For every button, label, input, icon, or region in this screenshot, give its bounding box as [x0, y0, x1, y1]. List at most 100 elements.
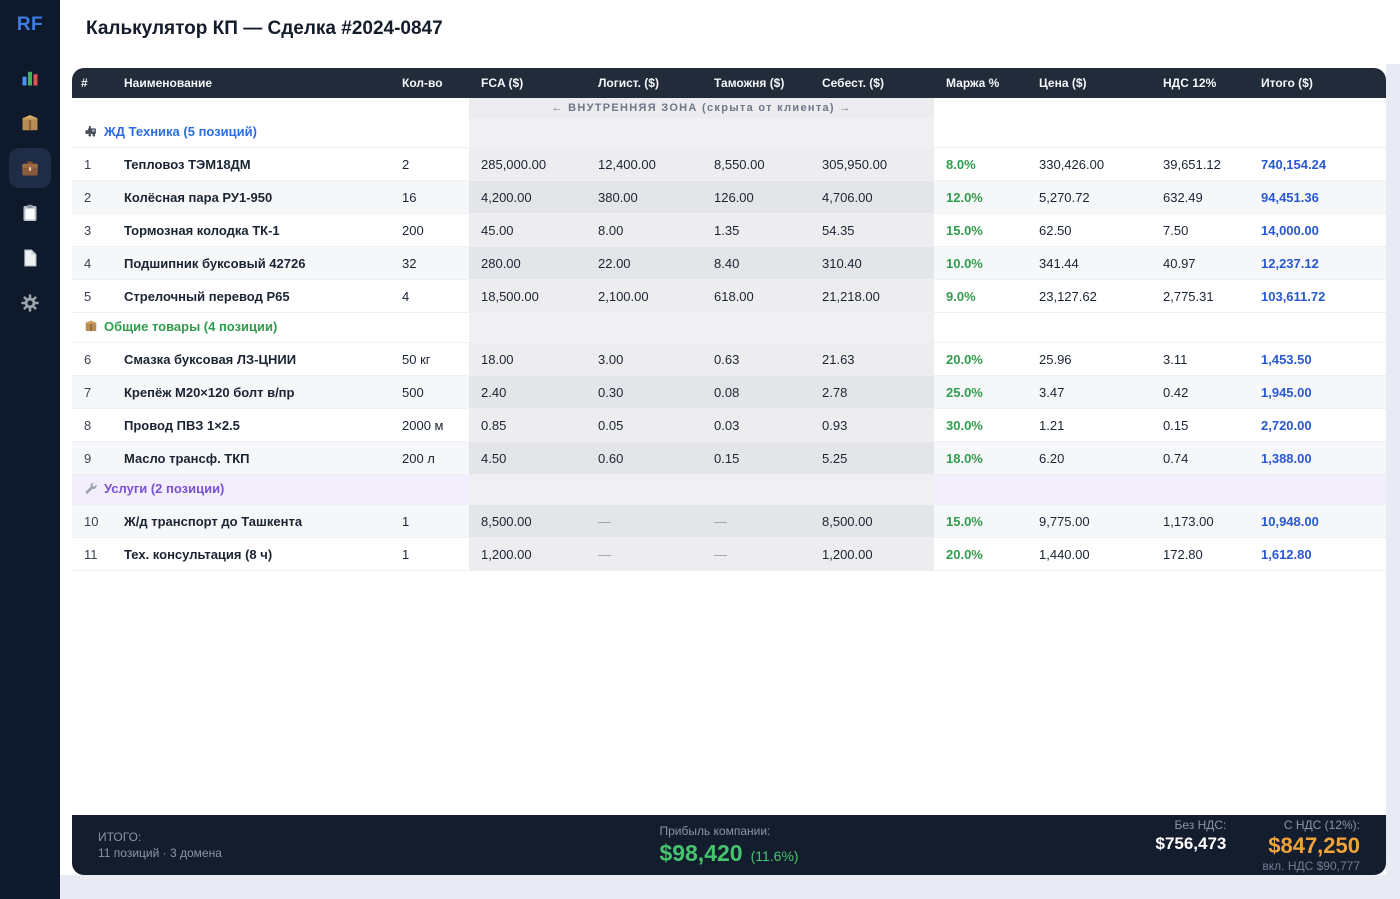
column-header-2: Кол-во: [390, 68, 469, 98]
calculator-card: # Наименование Кол-во FCA ($) Логист. ($) Там…: [72, 68, 1386, 875]
cell-margin: 20.0%: [946, 546, 983, 562]
column-header-10: Итого ($): [1249, 68, 1386, 98]
cell-num: 5: [84, 288, 92, 304]
totals-label: ИТОГО:: [98, 829, 142, 844]
cell-fca: 1,200.00: [469, 537, 586, 571]
cell-margin: 25.0%: [934, 375, 1027, 409]
cell-fca: 8,500.00: [469, 504, 586, 538]
table-row-4[interactable]: 4 Подшипник буксовый 42726 32 280.00 22.00 8.…: [72, 246, 1386, 280]
table-row-7[interactable]: 7 Крепёж М20×120 болт в/пр 500 2.40 0.30 0.08…: [72, 375, 1386, 409]
cell-price: 9,775.00: [1027, 504, 1151, 538]
cell-logistics: 22.00: [586, 246, 702, 280]
table-row-6[interactable]: 6 Смазка буксовая ЛЗ-ЦНИИ 50 кг 18.00 3.00 0.…: [72, 342, 1386, 376]
items-table: # Наименование Кол-во FCA ($) Логист. ($) Там…: [72, 68, 1386, 571]
train-icon: [84, 124, 98, 141]
column-header-9: НДС 12%: [1151, 68, 1249, 98]
table-row-10[interactable]: 10 Ж/д транспорт до Ташкента 1 8,500.00— —8,…: [72, 504, 1386, 538]
cell-fca: 0.85: [469, 408, 586, 442]
gross-total-block: С НДС (12%): $847,250 вкл. НДС $90,777: [1262, 817, 1360, 874]
cell-fca: 280.00: [469, 246, 586, 280]
table-row-9[interactable]: 9 Масло трансф. ТКП 200 л 4.50 0.60 0.15 5.25 1…: [72, 441, 1386, 475]
cell-vat: 2,775.31: [1163, 288, 1214, 304]
table-row-3[interactable]: 3 Тормозная колодка ТК-1 200 45.00 8.00 1.35 5…: [72, 213, 1386, 247]
cell-cost: 305,950.00: [810, 147, 934, 181]
cell-margin: 18.0%: [934, 441, 1027, 475]
cell-customs: 8,550.00: [702, 147, 810, 181]
table-row-8[interactable]: 8 Провод ПВЗ 1×2.5 2000 м 0.85 0.05 0.03 0.93 3…: [72, 408, 1386, 442]
table-row-11[interactable]: 11 Тех. консультация (8 ч) 1 1,200.00— —1,20…: [72, 537, 1386, 571]
cell-total: 12,237.12: [1249, 246, 1386, 280]
cell-total: 1,612.80: [1261, 546, 1312, 562]
cell-vat: 172.80: [1163, 546, 1203, 562]
cell-vat: 0.42: [1151, 375, 1249, 409]
cell-cost: 54.35: [810, 213, 934, 247]
cell-logistics: 2,100.00: [586, 279, 702, 313]
cell-num: 6: [84, 351, 92, 367]
cell-price: 1.21: [1039, 417, 1065, 433]
cell-qty: 4: [402, 288, 410, 304]
group-label-rail: ЖД Техника (5 позиций): [104, 124, 257, 139]
cell-total: 1,453.50: [1261, 351, 1312, 367]
cell-customs: 618.00: [702, 279, 810, 313]
cell-price: 330,426.00: [1039, 156, 1105, 172]
cell-logistics: 12,400.00: [586, 147, 702, 181]
main-content: Калькулятор КП — Сделка #2024-0847 # Наим…: [60, 0, 1386, 875]
cell-logistics: —: [586, 504, 702, 538]
cell-total: 14,000.00: [1261, 222, 1319, 238]
sidebar: RF: [0, 0, 60, 899]
cell-name: Стрелочный перевод Р65: [124, 288, 290, 304]
table-body: ← ВНУТРЕННЯЯ ЗОНА (скрыта от клиента) → …: [72, 98, 1386, 571]
cell-vat: 0.15: [1163, 417, 1189, 433]
group-label-services: Услуги (2 позиции): [104, 481, 225, 496]
cell-qty: 1: [402, 546, 410, 562]
sidebar-item-settings[interactable]: [9, 283, 51, 323]
cell-name: Тепловоз ТЭМ18ДМ: [124, 156, 251, 172]
gear-icon: [20, 293, 40, 313]
cell-price: 341.44: [1027, 246, 1151, 280]
cell-price: 1,440.00: [1039, 546, 1090, 562]
net-total-label: Без НДС:: [1174, 817, 1227, 832]
cell-qty: 200: [402, 222, 424, 238]
cell-qty: 200 л: [390, 441, 469, 475]
column-header-3: FCA ($): [469, 68, 586, 98]
cell-qty: 2: [402, 156, 410, 172]
profit-value: $98,420: [659, 839, 743, 866]
cell-qty: 50 кг: [402, 351, 431, 367]
column-header-6: Себест. ($): [810, 68, 934, 98]
cell-name: Тех. консультация (8 ч): [124, 546, 273, 562]
cell-cost: 4,706.00: [810, 180, 934, 214]
table-row-1[interactable]: 1 Тепловоз ТЭМ18ДМ 2 285,000.00 12,400.00 8,5…: [72, 147, 1386, 181]
cell-margin: 12.0%: [934, 180, 1027, 214]
sidebar-item-deals[interactable]: [9, 148, 51, 188]
cell-qty: 500: [390, 375, 469, 409]
cell-price: 62.50: [1039, 222, 1072, 238]
cell-cost: 5.25: [810, 441, 934, 475]
summary-footer: ИТОГО: 11 позиций · 3 домена Прибыль ком…: [72, 815, 1386, 875]
sidebar-item-products[interactable]: [9, 103, 51, 143]
gross-total-value: $847,250: [1268, 832, 1360, 858]
cell-num: 4: [72, 246, 112, 280]
package-icon: [20, 113, 40, 133]
profit-label: Прибыль компании:: [659, 824, 771, 839]
cell-price: 25.96: [1039, 351, 1072, 367]
sidebar-item-documents[interactable]: [9, 238, 51, 278]
cell-total: 94,451.36: [1249, 180, 1386, 214]
sidebar-item-analytics[interactable]: [9, 58, 51, 98]
cell-cost: 1,200.00: [810, 537, 934, 571]
table-row-2[interactable]: 2 Колёсная пара РУ1-950 16 4,200.00 380.00 12…: [72, 180, 1386, 214]
package-icon: [84, 319, 98, 336]
sidebar-item-orders[interactable]: [9, 193, 51, 233]
cell-price: 6.20: [1027, 441, 1151, 475]
table-row-5[interactable]: 5 Стрелочный перевод Р65 4 18,500.00 2,100.0…: [72, 279, 1386, 313]
cell-fca: 285,000.00: [469, 147, 586, 181]
cell-cost: 21,218.00: [810, 279, 934, 313]
cell-total: 1,388.00: [1249, 441, 1386, 475]
cell-total: 1,945.00: [1249, 375, 1386, 409]
document-icon: [20, 248, 40, 268]
net-total-block: Без НДС: $756,473: [1155, 817, 1226, 855]
cell-qty: 2000 м: [402, 417, 444, 433]
cell-num: 10: [72, 504, 112, 538]
profit-block: Прибыль компании: $98,420 (11.6%): [659, 823, 798, 866]
cell-customs: 0.15: [702, 441, 810, 475]
cell-customs: 1.35: [702, 213, 810, 247]
